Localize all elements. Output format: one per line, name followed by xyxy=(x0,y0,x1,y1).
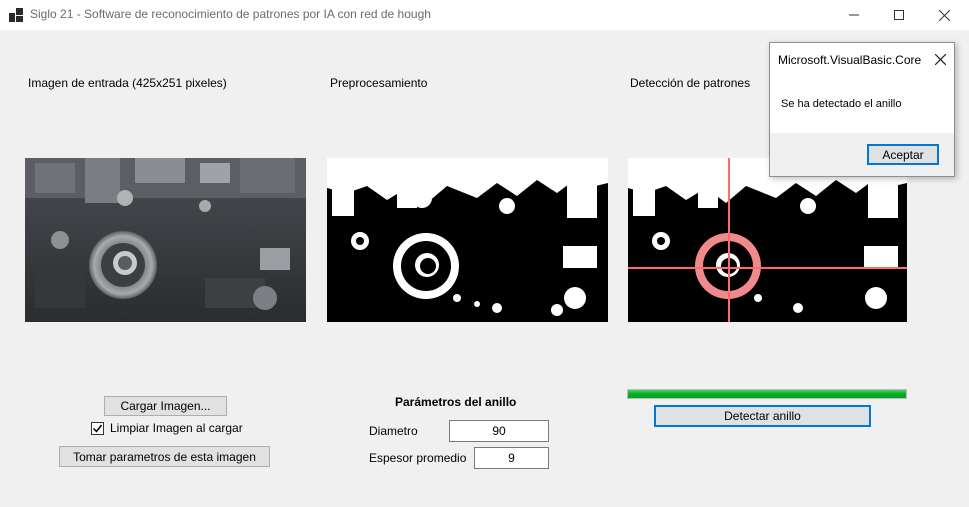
thickness-field[interactable]: 9 xyxy=(474,447,549,469)
diameter-field[interactable]: 90 xyxy=(449,420,549,442)
params-title: Parámetros del anillo xyxy=(395,395,517,409)
preprocessed-image xyxy=(327,158,608,322)
message-text: Se ha detectado el anillo xyxy=(781,98,902,110)
progress-bar xyxy=(627,389,907,399)
message-box-footer: Aceptar xyxy=(770,133,954,176)
minimize-button[interactable] xyxy=(831,0,877,30)
preprocess-label: Preprocesamiento xyxy=(330,76,428,90)
progress-fill xyxy=(628,390,906,398)
input-image xyxy=(25,158,306,322)
detect-ring-button[interactable]: Detectar anillo xyxy=(654,405,871,427)
window-title: Siglo 21 - Software de reconocimiento de… xyxy=(30,7,431,21)
checkmark-icon xyxy=(92,424,103,433)
close-button[interactable] xyxy=(921,0,967,30)
take-params-button[interactable]: Tomar parametros de esta imagen xyxy=(59,446,270,467)
minimize-icon xyxy=(849,14,859,16)
diameter-label: Diametro xyxy=(369,424,418,438)
maximize-button[interactable] xyxy=(876,0,922,30)
app-icon xyxy=(9,8,23,22)
title-bar[interactable]: Siglo 21 - Software de reconocimiento de… xyxy=(0,0,969,30)
detection-label: Detección de patrones xyxy=(630,76,751,90)
message-box: Microsoft.VisualBasic.Core Se ha detecta… xyxy=(769,42,955,177)
close-icon xyxy=(934,53,946,65)
detection-image xyxy=(628,158,907,322)
accept-button[interactable]: Aceptar xyxy=(867,144,939,165)
clear-image-checkbox[interactable] xyxy=(91,422,104,435)
close-icon xyxy=(938,9,950,21)
input-image-label: Imagen de entrada (425x251 pixeles) xyxy=(28,76,227,90)
message-box-close-button[interactable] xyxy=(928,49,952,69)
message-box-title: Microsoft.VisualBasic.Core xyxy=(778,53,922,67)
maximize-icon xyxy=(894,10,904,20)
thickness-label: Espesor promedio xyxy=(369,451,467,465)
load-image-button[interactable]: Cargar Imagen... xyxy=(104,396,227,416)
clear-image-checkbox-label[interactable]: Limpiar Imagen al cargar xyxy=(110,421,243,435)
